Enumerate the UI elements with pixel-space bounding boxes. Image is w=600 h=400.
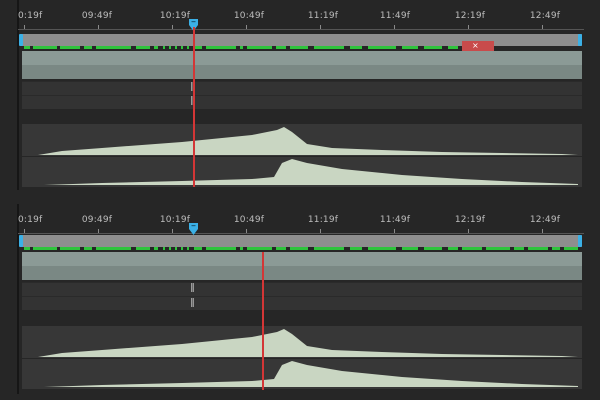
playhead-icon[interactable] — [189, 223, 198, 235]
cache-warning-block: × — [462, 41, 494, 51]
current-time-indicator[interactable] — [193, 27, 195, 187]
keyframe-track[interactable] — [22, 81, 582, 95]
audio-waveform — [44, 361, 578, 387]
render-cache-indicator — [24, 46, 458, 49]
ruler-label: 10:49f — [233, 11, 265, 21]
video-track-lower[interactable] — [22, 266, 582, 280]
video-track-lower[interactable] — [22, 65, 582, 79]
ruler-label: 12:49f — [529, 11, 561, 21]
timeline-panel-top: 0:19f 09:49f 10:19f 10:49f 11:19f 11:49f… — [0, 0, 600, 196]
keyframe-icon[interactable]: ‖ — [190, 299, 195, 308]
workarea-handle-icon[interactable] — [19, 34, 23, 46]
ruler-label: 11:49f — [379, 215, 411, 225]
ruler-label: 12:19f — [454, 11, 486, 21]
ruler-label: 0:19f — [18, 215, 43, 225]
ruler-label: 11:19f — [307, 215, 339, 225]
work-area-bar[interactable] — [20, 235, 582, 247]
audio-waveform — [38, 127, 578, 155]
current-time-indicator[interactable] — [262, 252, 264, 390]
time-ruler-top[interactable]: 0:19f 09:49f 10:19f 10:49f 11:19f 11:49f… — [18, 8, 584, 30]
ruler-label: 0:19f — [18, 11, 43, 21]
keyframe-icon[interactable]: ‖ — [190, 284, 195, 293]
cache-marker: × — [472, 41, 479, 50]
ruler-label: 12:19f — [454, 215, 486, 225]
ruler-label: 11:49f — [379, 11, 411, 21]
video-track[interactable] — [22, 51, 582, 65]
time-ruler-bottom[interactable]: 0:19f 09:49f 10:19f 10:49f 11:19f 11:49f… — [18, 212, 584, 234]
ruler-baseline — [18, 233, 584, 234]
ruler-label: 09:49f — [81, 11, 113, 21]
ruler-label: 10:49f — [233, 215, 265, 225]
work-area-bar[interactable] — [20, 34, 582, 46]
ruler-label: 09:49f — [81, 215, 113, 225]
workarea-handle-icon[interactable] — [19, 235, 23, 247]
audio-waveform — [44, 159, 578, 185]
ruler-label: 10:19f — [159, 11, 191, 21]
audio-waveform — [38, 329, 578, 357]
ruler-label: 12:49f — [529, 215, 561, 225]
timeline-panel-bottom: 0:19f 09:49f 10:19f 10:49f 11:19f 11:49f… — [0, 204, 600, 400]
ruler-label: 11:19f — [307, 11, 339, 21]
ruler-baseline — [18, 29, 584, 30]
keyframe-track[interactable] — [22, 282, 582, 296]
video-track[interactable] — [22, 252, 582, 266]
ruler-label: 10:19f — [159, 215, 191, 225]
workarea-handle-icon[interactable] — [578, 34, 582, 46]
workarea-handle-icon[interactable] — [578, 235, 582, 247]
keyframe-track[interactable] — [22, 296, 582, 310]
render-cache-indicator — [24, 247, 578, 250]
keyframe-track[interactable] — [22, 95, 582, 109]
